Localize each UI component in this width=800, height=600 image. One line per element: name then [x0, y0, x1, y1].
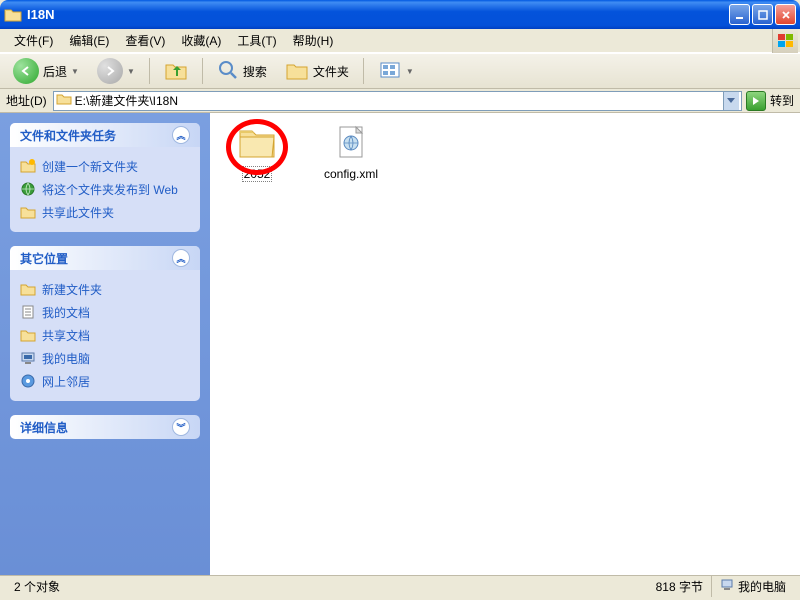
computer-icon — [720, 578, 734, 595]
status-location-label: 我的电脑 — [738, 578, 786, 595]
place-my-documents[interactable]: 我的文档 — [20, 301, 190, 324]
window-controls — [729, 4, 796, 25]
status-size: 818 字节 — [648, 576, 712, 597]
status-location: 我的电脑 — [712, 576, 794, 597]
address-input[interactable] — [75, 94, 723, 108]
tasks-panel-body: 创建一个新文件夹 将这个文件夹发布到 Web 共享此文件夹 — [10, 147, 200, 232]
folder-icon — [236, 123, 278, 163]
item-label: 2052 — [242, 166, 273, 182]
views-icon — [378, 59, 402, 84]
titlebar-folder-icon — [4, 7, 22, 23]
place-label: 共享文档 — [42, 327, 90, 344]
place-shared-documents[interactable]: 共享文档 — [20, 324, 190, 347]
maximize-button[interactable] — [752, 4, 773, 25]
place-label: 我的电脑 — [42, 350, 90, 367]
status-objects: 2 个对象 — [6, 576, 648, 597]
place-label: 新建文件夹 — [42, 281, 102, 298]
address-label: 地址(D) — [6, 92, 49, 109]
titlebar: I18N — [0, 0, 800, 29]
place-label: 网上邻居 — [42, 373, 90, 390]
network-icon — [20, 373, 36, 389]
place-my-computer[interactable]: 我的电脑 — [20, 347, 190, 370]
place-new-folder[interactable]: 新建文件夹 — [20, 278, 190, 301]
folder-up-icon — [164, 59, 188, 84]
places-panel-body: 新建文件夹 我的文档 共享文档 我的电脑 网上邻居 — [10, 270, 200, 401]
details-panel: 详细信息 ︾ — [10, 415, 200, 439]
address-field[interactable] — [53, 91, 742, 111]
chevron-up-icon: ︽ — [172, 126, 190, 144]
search-icon — [217, 59, 239, 84]
main-area: 文件和文件夹任务 ︽ 创建一个新文件夹 将这个文件夹发布到 Web 共享此文件夹 — [0, 113, 800, 575]
tasks-panel: 文件和文件夹任务 ︽ 创建一个新文件夹 将这个文件夹发布到 Web 共享此文件夹 — [10, 123, 200, 232]
task-label: 创建一个新文件夹 — [42, 158, 138, 175]
task-label: 共享此文件夹 — [42, 204, 114, 221]
folder-item[interactable]: 2052 — [220, 123, 294, 182]
back-button[interactable]: 后退 ▼ — [6, 55, 86, 87]
separator — [149, 58, 150, 84]
xml-file-icon — [330, 123, 372, 163]
window-title: I18N — [27, 7, 729, 22]
separator — [363, 58, 364, 84]
sidebar: 文件和文件夹任务 ︽ 创建一个新文件夹 将这个文件夹发布到 Web 共享此文件夹 — [0, 113, 210, 575]
item-label: config.xml — [322, 166, 380, 182]
chevron-down-icon: ︾ — [172, 418, 190, 436]
statusbar: 2 个对象 818 字节 我的电脑 — [0, 575, 800, 597]
shared-folder-icon — [20, 327, 36, 343]
windows-logo-icon — [772, 29, 798, 53]
close-button[interactable] — [775, 4, 796, 25]
back-label: 后退 — [43, 63, 67, 80]
chevron-down-icon: ▼ — [71, 67, 79, 76]
computer-icon — [20, 350, 36, 366]
address-folder-icon — [56, 92, 72, 109]
folders-label: 文件夹 — [313, 63, 349, 80]
chevron-down-icon: ▼ — [406, 67, 414, 76]
separator — [202, 58, 203, 84]
minimize-button[interactable] — [729, 4, 750, 25]
globe-icon — [20, 181, 36, 197]
search-label: 搜索 — [243, 63, 267, 80]
menu-help[interactable]: 帮助(H) — [285, 30, 342, 51]
folders-button[interactable]: 文件夹 — [278, 56, 356, 87]
tasks-panel-title: 文件和文件夹任务 — [20, 127, 116, 144]
tasks-panel-header[interactable]: 文件和文件夹任务 ︽ — [10, 123, 200, 147]
places-panel-title: 其它位置 — [20, 250, 68, 267]
task-label: 将这个文件夹发布到 Web — [42, 181, 178, 198]
toolbar: 后退 ▼ ▼ 搜索 文件夹 ▼ — [0, 53, 800, 89]
details-panel-header[interactable]: 详细信息 ︾ — [10, 415, 200, 439]
menu-edit[interactable]: 编辑(E) — [61, 30, 117, 51]
chevron-up-icon: ︽ — [172, 249, 190, 267]
address-dropdown[interactable] — [723, 92, 739, 110]
share-folder-icon — [20, 204, 36, 220]
menubar: 文件(F) 编辑(E) 查看(V) 收藏(A) 工具(T) 帮助(H) — [0, 29, 800, 53]
task-publish-web[interactable]: 将这个文件夹发布到 Web — [20, 178, 190, 201]
menu-favorites[interactable]: 收藏(A) — [173, 30, 229, 51]
views-button[interactable]: ▼ — [371, 56, 421, 87]
details-panel-title: 详细信息 — [20, 419, 68, 436]
items-container: 2052 config.xml — [220, 123, 790, 182]
forward-icon — [97, 58, 123, 84]
places-panel-header[interactable]: 其它位置 ︽ — [10, 246, 200, 270]
menu-tools[interactable]: 工具(T) — [229, 30, 284, 51]
documents-icon — [20, 304, 36, 320]
menu-view[interactable]: 查看(V) — [117, 30, 173, 51]
back-icon — [13, 58, 39, 84]
place-network[interactable]: 网上邻居 — [20, 370, 190, 393]
go-label: 转到 — [770, 92, 794, 109]
folder-icon — [20, 281, 36, 297]
new-folder-icon — [20, 158, 36, 174]
go-button[interactable] — [746, 91, 766, 111]
place-label: 我的文档 — [42, 304, 90, 321]
places-panel: 其它位置 ︽ 新建文件夹 我的文档 共享文档 我的电脑 — [10, 246, 200, 401]
forward-button[interactable]: ▼ — [90, 55, 142, 87]
up-button[interactable] — [157, 56, 195, 87]
menu-file[interactable]: 文件(F) — [6, 30, 61, 51]
address-bar: 地址(D) 转到 — [0, 89, 800, 113]
search-button[interactable]: 搜索 — [210, 56, 274, 87]
task-share-folder[interactable]: 共享此文件夹 — [20, 201, 190, 224]
xml-file-item[interactable]: config.xml — [314, 123, 388, 182]
task-new-folder[interactable]: 创建一个新文件夹 — [20, 155, 190, 178]
folders-icon — [285, 59, 309, 84]
chevron-down-icon: ▼ — [127, 67, 135, 76]
content-pane[interactable]: 2052 config.xml — [210, 113, 800, 575]
